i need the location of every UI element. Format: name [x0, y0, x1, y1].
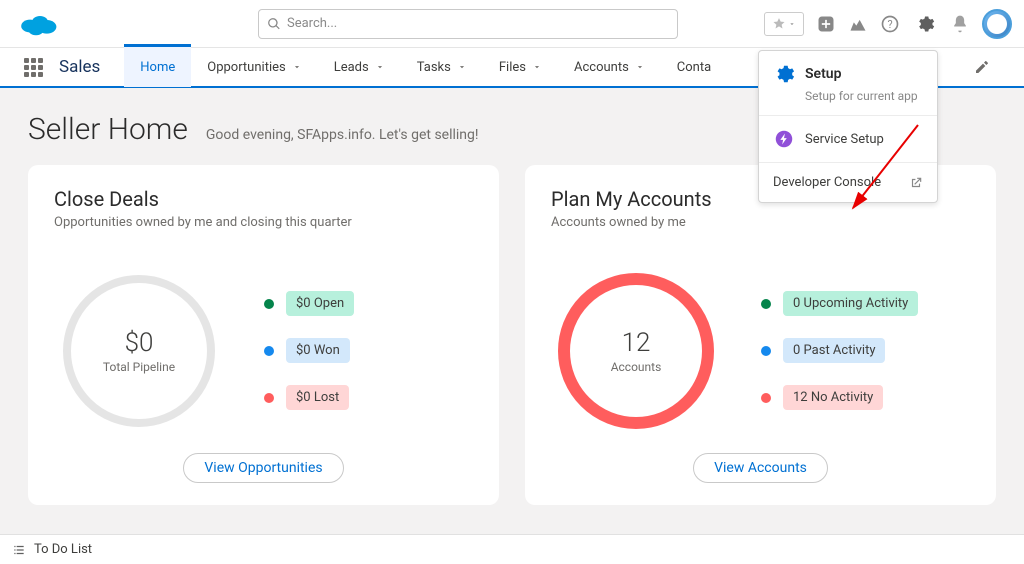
legend-dot [761, 299, 771, 309]
utility-bar: To Do List [0, 534, 1024, 564]
chevron-down-icon [375, 62, 385, 72]
service-setup-label: Service Setup [805, 132, 884, 147]
legend-pill: $0 Open [286, 291, 354, 316]
app-launcher-icon[interactable] [24, 58, 43, 77]
nav-label: Leads [334, 60, 369, 75]
trailhead-icon[interactable] [848, 14, 868, 34]
gear-icon [915, 14, 935, 34]
setup-menu-setup[interactable]: Setup Setup for current app [759, 51, 937, 116]
legend-item-past: 0 Past Activity [761, 338, 918, 363]
setup-menu-developer-console[interactable]: Developer Console [759, 163, 937, 202]
header-utility-bar: ? [764, 9, 1012, 39]
chevron-down-icon [532, 62, 542, 72]
page-title: Seller Home [28, 112, 188, 147]
nav-item-opportunities[interactable]: Opportunities [191, 47, 317, 87]
setup-sub: Setup for current app [805, 89, 923, 103]
nav-item-tasks[interactable]: Tasks [401, 47, 483, 87]
card-subtitle: Accounts owned by me [551, 215, 970, 230]
card-subtitle: Opportunities owned by me and closing th… [54, 215, 473, 230]
chevron-down-icon [457, 62, 467, 72]
card-close-deals: Close Deals Opportunities owned by me an… [28, 165, 499, 505]
legend-pill: $0 Won [286, 338, 350, 363]
view-opportunities-button[interactable]: View Opportunities [183, 453, 343, 483]
legend: $0 Open $0 Won $0 Lost [264, 291, 354, 410]
legend-pill: 0 Past Activity [783, 338, 885, 363]
nav-item-accounts[interactable]: Accounts [558, 47, 661, 87]
lightning-gear-icon [773, 128, 795, 150]
legend-pill: 0 Upcoming Activity [783, 291, 918, 316]
star-icon [772, 17, 786, 31]
search-icon [267, 17, 281, 31]
new-window-icon [909, 176, 923, 190]
legend-item-won: $0 Won [264, 338, 354, 363]
legend-dot [761, 393, 771, 403]
legend-item-upcoming: 0 Upcoming Activity [761, 291, 918, 316]
card-title: Close Deals [54, 187, 473, 211]
setup-dropdown-menu: Setup Setup for current app Service Setu… [758, 50, 938, 203]
legend-item-lost: $0 Lost [264, 385, 354, 410]
nav-label: Accounts [574, 60, 629, 75]
global-header: Search... ? [0, 0, 1024, 48]
legend-pill: $0 Lost [286, 385, 349, 410]
legend-pill: 12 No Activity [783, 385, 883, 410]
developer-console-label: Developer Console [773, 175, 881, 190]
gear-icon [773, 63, 795, 85]
legend-dot [761, 346, 771, 356]
legend-dot [264, 393, 274, 403]
nav-item-contacts[interactable]: Conta [661, 47, 727, 87]
view-accounts-button[interactable]: View Accounts [693, 453, 828, 483]
ring-label: Total Pipeline [103, 360, 175, 374]
nav-item-leads[interactable]: Leads [318, 47, 401, 87]
pencil-icon[interactable] [974, 59, 990, 75]
legend-dot [264, 346, 274, 356]
chevron-down-icon [292, 62, 302, 72]
svg-text:?: ? [887, 18, 892, 31]
setup-label: Setup [805, 66, 841, 82]
nav-label: Conta [677, 60, 711, 75]
chevron-down-icon [635, 62, 645, 72]
nav-label: Tasks [417, 60, 451, 75]
legend-item-open: $0 Open [264, 291, 354, 316]
ring-value: $0 [125, 328, 154, 358]
setup-gear-button[interactable] [912, 11, 938, 37]
accounts-ring: 12 Accounts [551, 266, 721, 436]
nav-label: Home [140, 60, 175, 75]
setup-menu-service-setup[interactable]: Service Setup [759, 116, 937, 163]
salesforce-logo [18, 10, 58, 38]
search-placeholder-text: Search... [287, 16, 337, 31]
page-subtitle: Good evening, SFApps.info. Let's get sel… [206, 127, 479, 143]
todo-list-icon [12, 543, 26, 557]
todo-list-button[interactable]: To Do List [34, 542, 92, 557]
user-avatar[interactable] [982, 9, 1012, 39]
global-search[interactable]: Search... [258, 9, 678, 39]
card-plan-accounts: Plan My Accounts Accounts owned by me 12… [525, 165, 996, 505]
help-icon[interactable]: ? [880, 14, 900, 34]
dashboard-cards: Close Deals Opportunities owned by me an… [28, 165, 996, 505]
legend-item-none: 12 No Activity [761, 385, 918, 410]
ring-label: Accounts [611, 360, 662, 374]
nav-item-home[interactable]: Home [124, 44, 191, 87]
notifications-icon[interactable] [950, 14, 970, 34]
legend: 0 Upcoming Activity 0 Past Activity 12 N… [761, 291, 918, 410]
add-icon[interactable] [816, 14, 836, 34]
legend-dot [264, 299, 274, 309]
pipeline-ring: $0 Total Pipeline [54, 266, 224, 436]
ring-value: 12 [622, 328, 651, 358]
nav-item-files[interactable]: Files [483, 47, 558, 87]
favorites-menu[interactable] [764, 12, 804, 36]
nav-label: Files [499, 60, 526, 75]
chevron-down-icon [788, 20, 796, 28]
nav-label: Opportunities [207, 60, 285, 75]
app-name: Sales [59, 57, 100, 77]
